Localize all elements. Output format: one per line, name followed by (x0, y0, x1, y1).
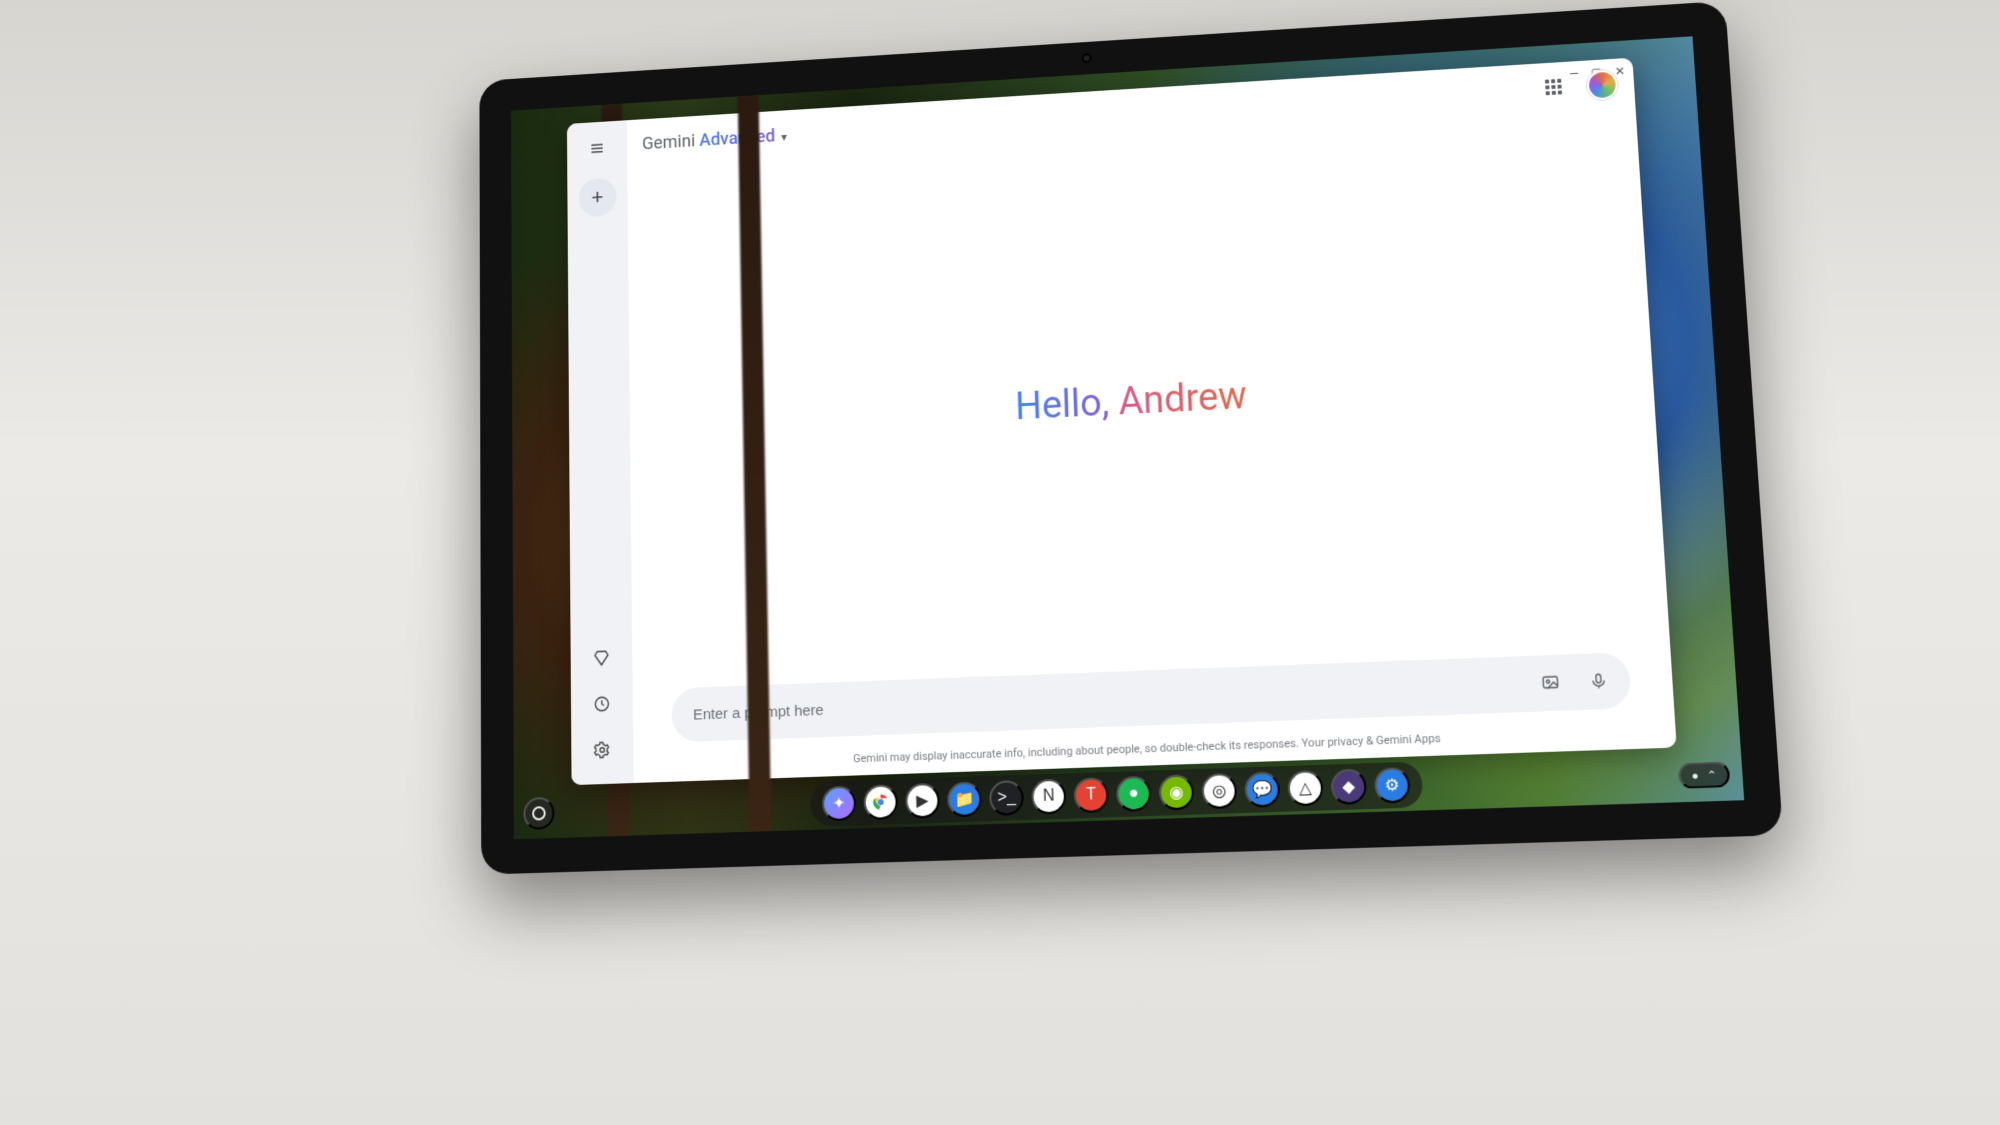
header-right (1535, 66, 1618, 106)
new-chat-button[interactable]: + (579, 177, 617, 217)
shelf-todoist-icon[interactable]: T (1073, 777, 1109, 813)
shelf-obsidian-icon[interactable]: ◆ (1330, 769, 1367, 805)
sidebar-bottom (584, 640, 620, 785)
notification-badge: ● (1691, 769, 1699, 782)
tray-expand-icon: ⌃ (1707, 768, 1718, 782)
add-image-icon[interactable] (1531, 664, 1571, 703)
model-picker[interactable]: Gemini Advanced ▾ (642, 125, 787, 154)
microphone-icon[interactable] (1579, 662, 1619, 701)
shelf-nvidia-icon[interactable]: ◉ (1158, 774, 1194, 810)
shelf-chrome-icon[interactable] (863, 784, 898, 820)
gemini-app-window: — ▢ ✕ + (567, 58, 1677, 785)
shelf-notion-icon[interactable]: N (1031, 779, 1066, 815)
tablet-screen: — ▢ ✕ + (511, 36, 1744, 839)
main-content: Gemini Advanced ▾ Hel (627, 58, 1677, 783)
shelf-gemini-icon[interactable]: ✦ (822, 786, 856, 822)
chevron-down-icon: ▾ (781, 130, 787, 144)
settings-icon[interactable] (585, 731, 620, 768)
menu-icon[interactable] (580, 130, 614, 166)
sidebar-rail: + (567, 120, 634, 785)
account-avatar[interactable] (1586, 69, 1618, 100)
shelf-settings-icon[interactable]: ⚙ (1374, 767, 1411, 804)
greeting-prefix: Hello, (1015, 380, 1120, 428)
shelf-files-icon[interactable]: 📁 (947, 781, 982, 817)
desk-scene: — ▢ ✕ + (0, 0, 2000, 1125)
tablet-device: — ▢ ✕ + (479, 1, 1783, 875)
greeting-name: Andrew (1118, 374, 1248, 424)
brand-tier: Advanced (699, 126, 775, 150)
shelf-spotify-icon[interactable]: ● (1116, 776, 1152, 812)
activity-icon[interactable] (584, 685, 619, 722)
greeting: Hello, Andrew (627, 109, 1670, 690)
shelf-camera-icon[interactable]: ◎ (1201, 773, 1237, 809)
brand-name: Gemini (642, 131, 695, 154)
prompt-input[interactable] (693, 675, 1522, 723)
gem-icon[interactable] (584, 640, 619, 677)
google-apps-icon[interactable] (1535, 69, 1574, 106)
shelf-play-store-icon[interactable]: ▶ (905, 783, 940, 819)
shelf-terminal-icon[interactable]: >_ (989, 780, 1024, 816)
shelf-drive-icon[interactable]: △ (1287, 770, 1324, 806)
status-tray[interactable]: ● ⌃ (1678, 761, 1731, 789)
front-camera (1082, 53, 1092, 63)
launcher-button[interactable] (523, 797, 554, 830)
shelf-messages-icon[interactable]: 💬 (1244, 771, 1280, 807)
